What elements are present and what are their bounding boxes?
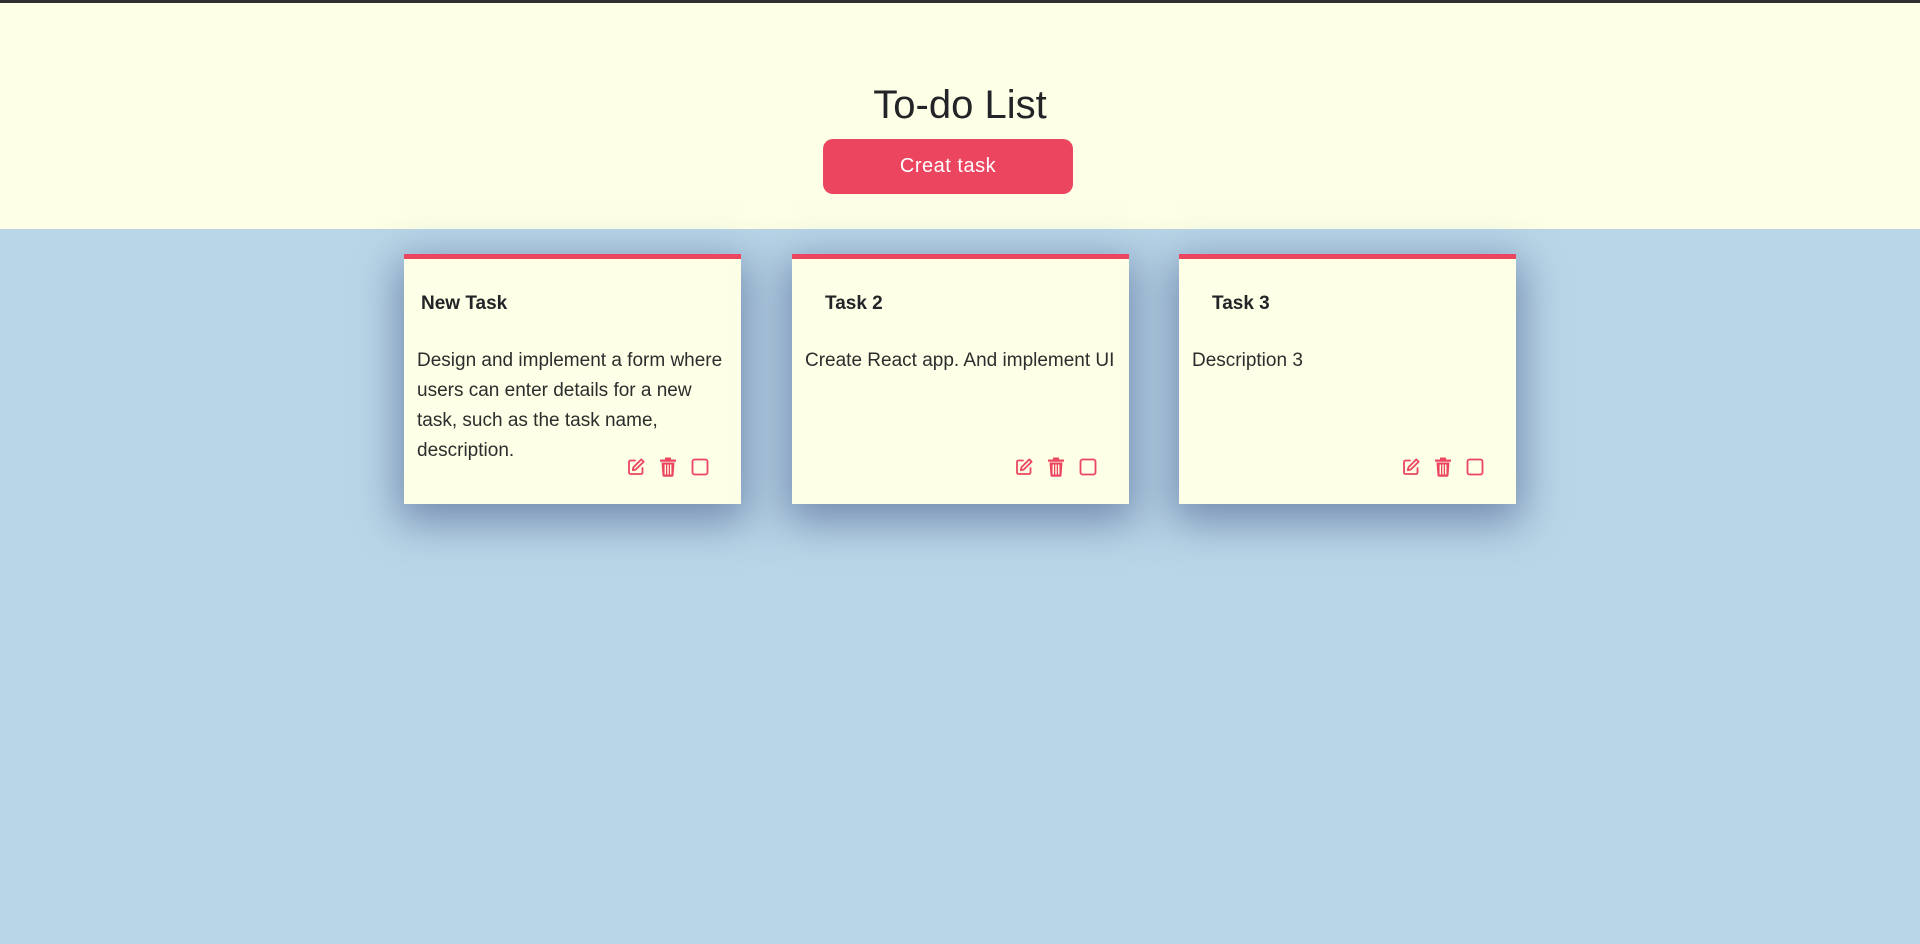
checkbox-icon[interactable] — [1464, 456, 1486, 478]
trash-icon[interactable] — [1045, 456, 1067, 478]
task-card: Task 2 Create React app. And implement U… — [792, 254, 1129, 504]
task-description: Design and implement a form where users … — [417, 350, 723, 461]
edit-icon[interactable] — [1013, 456, 1035, 478]
checkbox-icon[interactable] — [689, 456, 711, 478]
edit-icon[interactable] — [1400, 456, 1422, 478]
task-card: New Task Design and implement a form whe… — [404, 254, 741, 504]
todo-app: To-do List Creat task New Task Design an… — [0, 0, 1920, 944]
task-title: Task 2 — [825, 293, 883, 314]
checkbox-icon[interactable] — [1077, 456, 1099, 478]
task-description: Create React app. And implement UI — [805, 350, 1115, 371]
task-actions — [625, 455, 711, 479]
task-actions — [1013, 455, 1099, 479]
task-title: Task 3 — [1212, 293, 1270, 314]
task-description: Description 3 — [1192, 350, 1303, 371]
task-list: New Task Design and implement a form whe… — [0, 0, 1920, 944]
task-card: Task 3 Description 3 — [1179, 254, 1516, 504]
task-title: New Task — [421, 293, 508, 314]
trash-icon[interactable] — [657, 456, 679, 478]
trash-icon[interactable] — [1432, 456, 1454, 478]
task-actions — [1400, 455, 1486, 479]
edit-icon[interactable] — [625, 456, 647, 478]
